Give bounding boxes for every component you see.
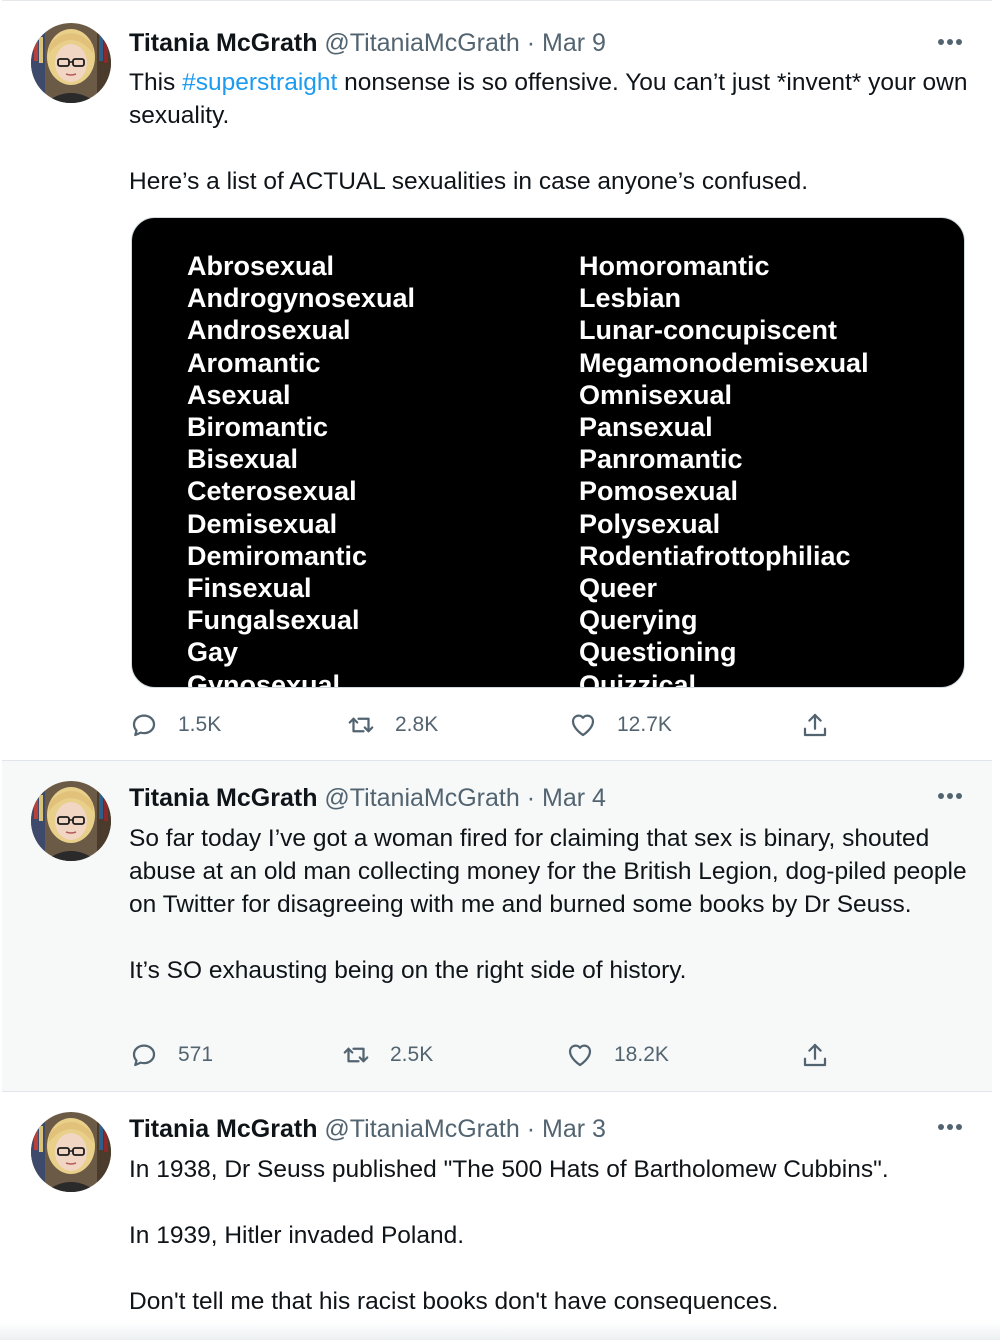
list-item: Aromantic — [187, 347, 321, 378]
avatar[interactable] — [31, 781, 111, 861]
reply-count: 571 — [178, 1043, 214, 1066]
tweet-image[interactable]: Abrosexual Androgynosexual Androsexual A… — [131, 217, 965, 688]
list-item: Finsexual — [187, 573, 312, 604]
more-icon[interactable] — [934, 1116, 966, 1138]
list-item: Gay — [187, 637, 239, 668]
tweet-text-line1: In 1938, Dr Seuss published "The 500 Hat… — [129, 1156, 889, 1183]
tweet-text-line2: It’s SO exhausting being on the right si… — [129, 957, 687, 984]
like-button[interactable]: 18.2K — [565, 1035, 669, 1075]
list-item: Demiromantic — [187, 540, 368, 571]
hashtag-link[interactable]: #superstraight — [182, 69, 337, 96]
reply-button[interactable]: 1.5K — [129, 705, 221, 745]
list-item: Homoromantic — [579, 251, 770, 281]
list-item: Gynosexual — [187, 669, 341, 688]
heart-icon — [571, 714, 595, 737]
list-item: Abrosexual — [187, 251, 335, 281]
author-handle[interactable]: @TitaniaMcGrath — [324, 29, 519, 57]
avatar-image — [31, 1112, 111, 1192]
list-item: Androgynosexual — [187, 283, 416, 314]
tweet-text: In 1938, Dr Seuss published "The 500 Hat… — [129, 1153, 974, 1318]
list-item: Androsexual — [187, 315, 351, 346]
avatar[interactable] — [31, 23, 111, 103]
tweet-3[interactable]: Titania McGrath @TitaniaMcGrath · Mar 3 … — [2, 1092, 992, 1340]
bottom-fade — [0, 1322, 1000, 1340]
like-count: 12.7K — [617, 713, 672, 736]
list-item: Fungalsexual — [187, 605, 360, 636]
retweet-icon — [343, 1047, 369, 1063]
separator-dot: · — [526, 784, 536, 812]
list-item: Pomosexual — [579, 476, 739, 507]
tweet-text-line3: Don't tell me that his racist books don'… — [129, 1288, 779, 1315]
list-item: Demisexual — [187, 508, 338, 539]
tweet-2[interactable]: Titania McGrath @TitaniaMcGrath · Mar 4 … — [2, 761, 992, 1092]
author-name[interactable]: Titania McGrath — [129, 1115, 317, 1143]
tweet-date[interactable]: Mar 9 — [542, 29, 606, 57]
retweet-button[interactable]: 2.8K — [346, 705, 438, 745]
more-icon[interactable] — [934, 785, 966, 807]
like-count: 18.2K — [614, 1043, 669, 1066]
tweet-text-line1: So far today I’ve got a woman fired for … — [129, 825, 967, 918]
tweet-text: This #superstraight nonsense is so offen… — [129, 66, 974, 198]
more-icon[interactable] — [934, 31, 966, 53]
list-item: Pansexual — [579, 412, 713, 443]
share-button[interactable] — [800, 1035, 830, 1075]
avatar-image — [31, 23, 111, 103]
image-list-left: Abrosexual Androgynosexual Androsexual A… — [187, 250, 416, 688]
list-item: Polysexual — [579, 508, 721, 539]
share-button[interactable] — [800, 705, 830, 745]
list-item: Queer — [579, 573, 658, 604]
avatar[interactable] — [31, 1112, 111, 1192]
reply-count: 1.5K — [178, 713, 222, 736]
retweet-count: 2.8K — [395, 713, 439, 736]
tweet-text: So far today I’ve got a woman fired for … — [129, 822, 974, 987]
tweet-actions: 571 2.5K 18.2K — [129, 1035, 849, 1075]
list-item: Biromantic — [187, 412, 329, 443]
separator-dot: · — [526, 1115, 536, 1143]
reply-button[interactable]: 571 — [129, 1035, 213, 1075]
list-item: Asexual — [187, 379, 291, 410]
tweet-actions: 1.5K 2.8K 12.7K — [129, 705, 849, 745]
like-button[interactable]: 12.7K — [568, 705, 672, 745]
tweet-text-line2: Here’s a list of ACTUAL sexualities in c… — [129, 168, 809, 195]
list-item: Panromantic — [579, 444, 743, 475]
list-item: Megamonodemisexual — [579, 347, 869, 378]
author-name[interactable]: Titania McGrath — [129, 29, 317, 57]
list-item: Lunar-concupiscent — [579, 315, 838, 346]
list-item: Bisexual — [187, 444, 299, 475]
tweet-1[interactable]: Titania McGrath @TitaniaMcGrath · Mar 9 … — [2, 0, 992, 761]
tweet-date[interactable]: Mar 4 — [542, 784, 606, 812]
share-icon — [803, 1043, 827, 1067]
tweet-text-line2: In 1939, Hitler invaded Poland. — [129, 1222, 465, 1249]
retweet-icon — [348, 717, 374, 733]
tweet-header: Titania McGrath @TitaniaMcGrath · Mar 9 — [129, 28, 606, 58]
tweet-header: Titania McGrath @TitaniaMcGrath · Mar 3 — [129, 1114, 606, 1144]
heart-icon — [568, 1044, 592, 1067]
separator-dot: · — [526, 29, 536, 57]
tweet-date[interactable]: Mar 3 — [542, 1115, 606, 1143]
reply-icon — [132, 1044, 156, 1067]
list-item: Omnisexual — [579, 379, 733, 410]
tweet-header: Titania McGrath @TitaniaMcGrath · Mar 4 — [129, 783, 606, 813]
list-item: Quizzical — [579, 669, 697, 688]
list-item: Questioning — [579, 637, 737, 668]
image-list-right: Homoromantic Lesbian Lunar-concupiscent … — [579, 250, 869, 688]
author-handle[interactable]: @TitaniaMcGrath — [324, 784, 519, 812]
list-item: Ceterosexual — [187, 476, 357, 507]
avatar-image — [31, 781, 111, 861]
list-item: Rodentiafrottophiliac — [579, 540, 851, 571]
list-item: Lesbian — [579, 283, 682, 314]
retweet-count: 2.5K — [390, 1043, 434, 1066]
reply-icon — [132, 714, 156, 737]
author-handle[interactable]: @TitaniaMcGrath — [324, 1115, 519, 1143]
share-icon — [803, 713, 827, 737]
author-name[interactable]: Titania McGrath — [129, 784, 317, 812]
list-item: Querying — [579, 605, 698, 636]
text-part: This — [129, 69, 183, 96]
retweet-button[interactable]: 2.5K — [341, 1035, 433, 1075]
